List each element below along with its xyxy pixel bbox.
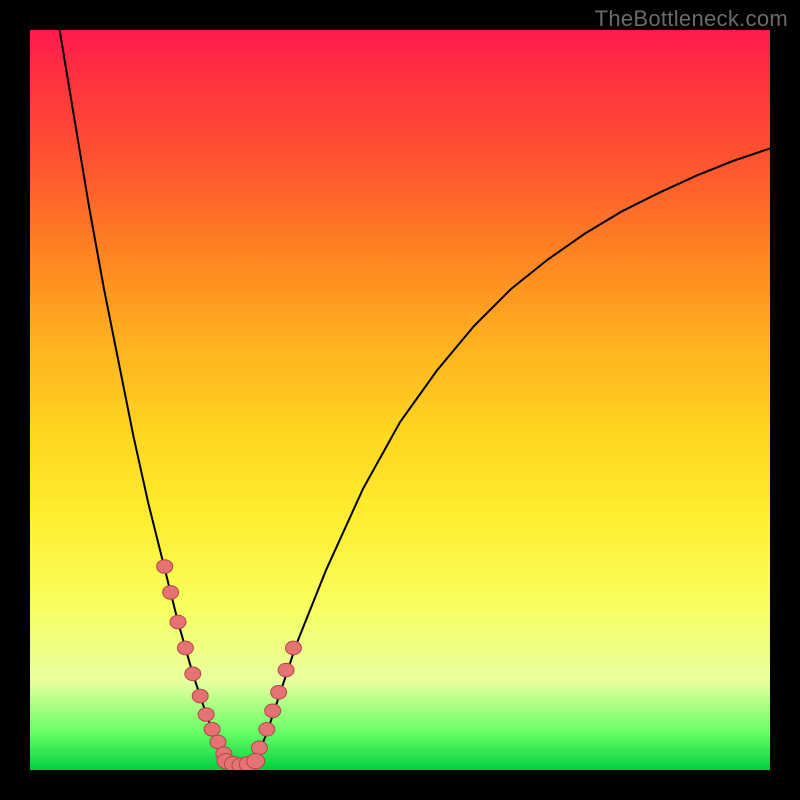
chart-frame: TheBottleneck.com: [0, 0, 800, 800]
data-marker: [170, 615, 186, 629]
data-marker: [198, 708, 214, 722]
data-marker: [177, 641, 193, 655]
data-marker: [271, 686, 287, 700]
data-marker: [265, 704, 281, 718]
data-marker: [192, 689, 208, 703]
data-marker: [285, 641, 301, 655]
data-marker: [247, 753, 265, 768]
plot-area: [30, 30, 770, 770]
data-marker: [185, 667, 201, 681]
data-marker: [259, 723, 275, 737]
watermark-text: TheBottleneck.com: [595, 6, 788, 32]
data-marker: [251, 741, 267, 755]
data-marker: [163, 586, 179, 600]
data-marker: [204, 723, 220, 737]
data-marker: [278, 663, 294, 677]
curve-overlay: [30, 30, 770, 770]
marker-layer: [157, 560, 302, 770]
curve-layer: [60, 30, 770, 766]
bottleneck-curve: [60, 30, 770, 766]
data-marker: [157, 560, 173, 574]
